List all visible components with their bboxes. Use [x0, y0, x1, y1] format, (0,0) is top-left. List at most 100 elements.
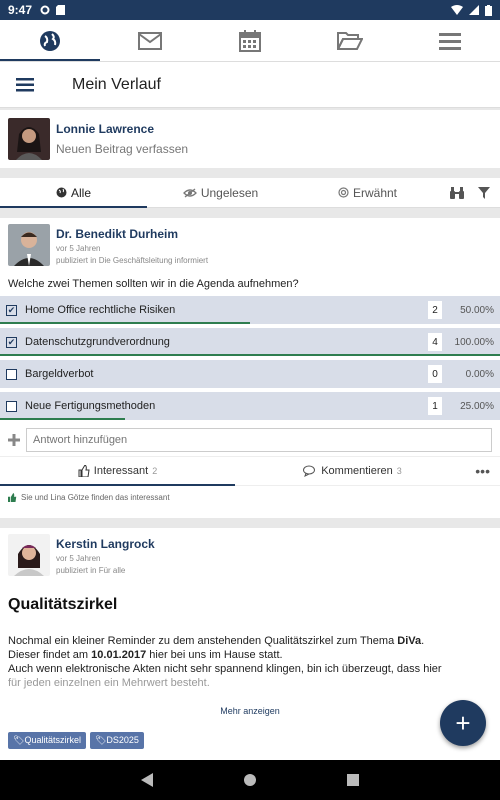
add-answer-input[interactable] [26, 428, 492, 452]
envelope-icon [138, 31, 162, 50]
post-time: vor 5 Jahren [56, 554, 101, 563]
poll-option[interactable]: Bargeldverbot 0 0.00% [0, 360, 500, 388]
avatar [8, 224, 50, 266]
tab-mentioned[interactable]: Erwähnt [294, 178, 441, 208]
comment-label: Kommentieren [321, 465, 393, 477]
poll-option[interactable]: Neue Fertigungsmethoden 1 25.00% [0, 392, 500, 420]
thumbs-up-filled-icon [8, 493, 17, 502]
page-title: Mein Verlauf [72, 75, 161, 93]
page-header: Mein Verlauf [0, 62, 500, 108]
sd-card-icon [56, 5, 66, 15]
composer-placeholder[interactable]: Neuen Beitrag verfassen [56, 142, 188, 156]
binoculars-icon[interactable] [450, 186, 464, 199]
new-post-composer[interactable]: Lonnie Lawrence Neuen Beitrag verfassen [0, 110, 500, 168]
menu-icon [16, 77, 34, 91]
poll-option-label: Neue Fertigungsmethoden [25, 400, 156, 412]
poll-option-count: 1 [428, 397, 442, 415]
filter-icon[interactable] [478, 186, 490, 199]
nav-tab-more[interactable] [400, 20, 500, 61]
nav-tab-files[interactable] [300, 20, 400, 61]
recents-icon[interactable] [347, 774, 359, 786]
tag-label: DS2025 [106, 735, 139, 745]
post-body-text-faded: für jeden einzelnen ein Mehrwert besteht… [8, 677, 210, 689]
show-more-link[interactable]: Mehr anzeigen [0, 706, 500, 716]
post-card-poll: Dr. Benedikt Durheim vor 5 Jahren publiz… [0, 218, 500, 518]
thumbs-up-icon [78, 465, 90, 477]
more-options-icon[interactable]: ••• [475, 463, 500, 479]
poll-option-percent: 50.00% [460, 304, 494, 316]
comment-count: 3 [396, 466, 402, 476]
tag-label: Qualitätszirkel [24, 735, 81, 745]
globe-icon [56, 187, 67, 198]
likes-summary: Sie und Lina Götze finden das interessan… [0, 486, 500, 509]
home-icon[interactable] [243, 773, 257, 787]
wifi-icon [451, 5, 463, 15]
poll-option[interactable]: ✔ Datenschutzgrundverordnung 4 100.00% [0, 328, 500, 356]
interesting-count: 2 [152, 466, 158, 476]
menu-button[interactable] [0, 62, 50, 108]
poll-option-bar [0, 354, 500, 356]
reply-row [0, 424, 500, 456]
top-nav [0, 20, 500, 62]
avatar [8, 118, 50, 160]
likes-text: Sie und Lina Götze finden das interessan… [21, 493, 170, 502]
tab-all[interactable]: Alle [0, 178, 147, 208]
at-icon [338, 187, 349, 198]
tag-list: 🏷︎Qualitätszirkel 🏷︎DS2025 [0, 732, 500, 749]
avatar [8, 534, 50, 576]
tag-icon: 🏷︎ [94, 735, 107, 745]
status-bar: 9:47 [0, 0, 500, 20]
android-nav-bar [0, 760, 500, 800]
poll-option-label: Home Office rechtliche Risiken [25, 304, 176, 316]
nav-tab-stream[interactable] [0, 20, 100, 61]
checkbox-checked-icon[interactable]: ✔ [6, 336, 17, 348]
poll-option-count: 0 [428, 365, 442, 383]
nav-tab-calendar[interactable] [200, 20, 300, 61]
post-body-text: hier bei uns im Hause statt. [146, 649, 283, 661]
poll-option-count: 4 [428, 333, 442, 351]
poll-option-label: Bargeldverbot [25, 368, 94, 380]
tab-unread[interactable]: Ungelesen [147, 178, 294, 208]
poll-option-percent: 25.00% [460, 400, 494, 412]
new-post-fab[interactable]: + [440, 700, 486, 746]
nav-tab-messages[interactable] [100, 20, 200, 61]
comment-button[interactable]: Kommentieren 3 [235, 456, 470, 486]
back-icon[interactable] [141, 773, 153, 787]
poll-option-label: Datenschutzgrundverordnung [25, 336, 170, 348]
comments-icon [303, 465, 316, 477]
poll-option[interactable]: ✔ Home Office rechtliche Risiken 2 50.00… [0, 296, 500, 324]
battery-icon [485, 4, 492, 16]
tab-mentioned-label: Erwähnt [352, 185, 398, 200]
post-published-in: publiziert in Die Geschäftsleitung infor… [56, 256, 209, 265]
hamburger-icon [439, 32, 461, 50]
globe-icon [40, 30, 60, 51]
signal-icon [469, 5, 479, 15]
status-time: 9:47 [8, 3, 33, 17]
checkbox-empty-icon[interactable] [6, 368, 17, 380]
poll-option-percent: 0.00% [465, 368, 494, 380]
plus-icon[interactable] [8, 434, 20, 446]
tag-chip[interactable]: 🏷︎Qualitätszirkel [8, 732, 86, 749]
checkbox-checked-icon[interactable]: ✔ [6, 304, 17, 316]
post-body-text: Nochmal ein kleiner Reminder zu dem anst… [8, 635, 398, 647]
calendar-icon [239, 29, 261, 52]
post-author[interactable]: Dr. Benedikt Durheim [56, 227, 208, 241]
poll-option-count: 2 [428, 301, 442, 319]
interesting-button[interactable]: Interessant 2 [0, 456, 235, 486]
poll-question: Welche zwei Themen sollten wir in die Ag… [8, 278, 299, 290]
stream-filter: Alle Ungelesen Erwähnt [0, 178, 500, 208]
post-body-text: . [421, 635, 425, 647]
composer-user-name: Lonnie Lawrence [56, 122, 155, 136]
post-published-in: publiziert in Für alle [56, 566, 126, 575]
poll-option-percent: 100.00% [454, 336, 494, 348]
eye-slash-icon [182, 187, 197, 198]
post-body-bold: 10.01.2017 [91, 649, 147, 661]
settings-status-icon [40, 5, 50, 15]
post-body: Nochmal ein kleiner Reminder zu dem anst… [0, 634, 500, 690]
post-actions: Interessant 2 Kommentieren 3 ••• [0, 456, 500, 486]
tag-chip[interactable]: 🏷︎DS2025 [89, 732, 144, 749]
poll-option-bar [0, 418, 125, 420]
post-author[interactable]: Kerstin Langrock [56, 537, 155, 551]
tag-icon: 🏷︎ [13, 735, 25, 745]
checkbox-empty-icon[interactable] [6, 400, 17, 412]
